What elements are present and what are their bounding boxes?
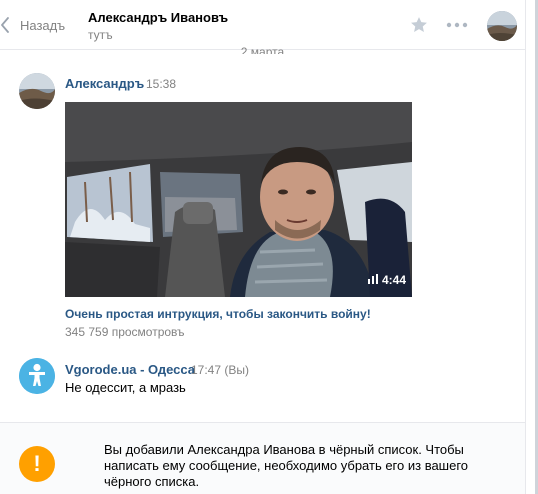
back-label: Назадъ: [20, 17, 66, 33]
peer-avatar[interactable]: [487, 11, 517, 41]
message-author[interactable]: Vgorode.ua - Одесса: [65, 362, 195, 377]
video-duration: 4:44: [367, 273, 406, 287]
author-avatar[interactable]: [19, 358, 55, 394]
vgorode-logo-icon: [19, 358, 55, 394]
message-time: 15:38: [146, 77, 177, 91]
more-icon[interactable]: [446, 19, 468, 34]
equalizer-icon: [367, 273, 378, 287]
video-thumbnail: [65, 102, 412, 297]
video-views: 345 759 просмотровъ: [65, 325, 185, 339]
star-icon[interactable]: [409, 15, 429, 38]
author-avatar[interactable]: [19, 73, 55, 109]
back-button[interactable]: Назадъ: [0, 0, 65, 50]
video-attachment[interactable]: 4:44: [65, 102, 412, 297]
message-text: Не одессит, а мразь: [65, 380, 186, 395]
message-time: 17:47 (Вы): [191, 363, 249, 377]
message-author[interactable]: Александръ: [65, 76, 144, 91]
warning-icon: !: [19, 446, 55, 482]
duration-label: 4:44: [381, 273, 406, 287]
peer-status: тутъ: [88, 28, 113, 42]
date-separator: 2 марта: [240, 46, 285, 54]
blacklist-notice-text: Вы добавили Александра Иванова в чёрный …: [104, 442, 469, 489]
video-title-link[interactable]: Очень простая интрукция, чтобы закончить…: [65, 307, 371, 321]
chat-header: Назадъ Александръ Ивановъ тутъ: [0, 0, 525, 50]
blacklist-notice: ! Вы добавили Александра Иванова в чёрны…: [0, 422, 525, 494]
chevron-left-icon: [0, 17, 10, 33]
peer-name[interactable]: Александръ Ивановъ: [88, 10, 228, 25]
